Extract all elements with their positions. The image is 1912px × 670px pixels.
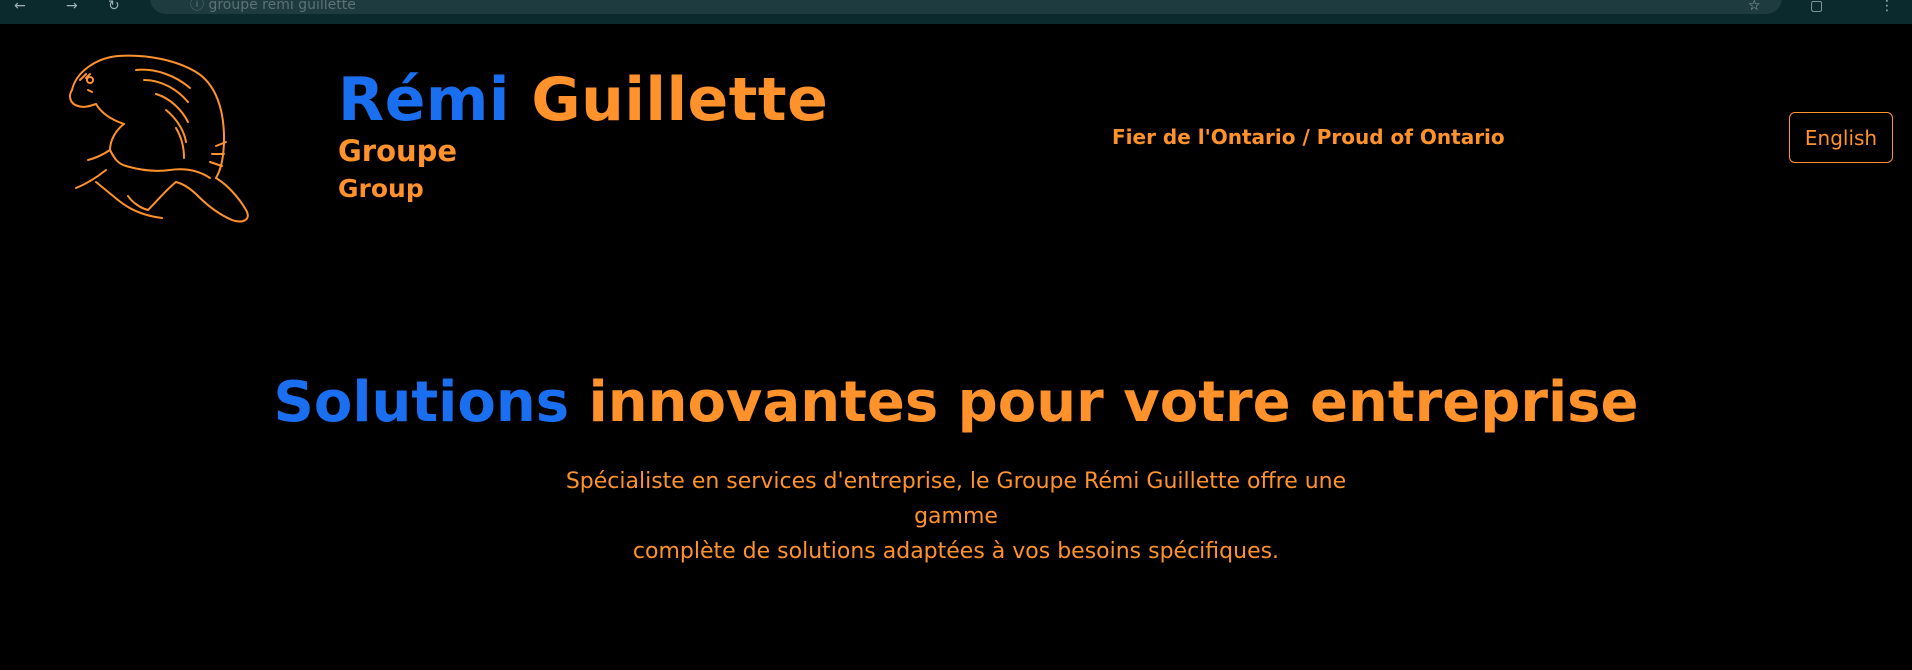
hero-description-line: Spécialiste en services d'entreprise, le… (565, 469, 1347, 529)
address-bar[interactable]: ⓘ groupe remi guillette ☆ (150, 0, 1782, 14)
hero-description: Spécialiste en services d'entreprise, le… (536, 464, 1376, 569)
reload-icon[interactable]: ↻ (108, 0, 120, 13)
header-tagline: Fier de l'Ontario / Proud of Ontario (1112, 125, 1505, 149)
brand-subtitle-fr: Groupe (338, 134, 458, 168)
forward-icon[interactable]: → (66, 0, 78, 13)
brand-last-name: Guillette (531, 65, 829, 135)
menu-icon[interactable]: ⋮ (1880, 0, 1894, 13)
extensions-icon[interactable]: ▢ (1810, 0, 1823, 13)
hero-title-highlight: Solutions (273, 370, 570, 435)
hero-title: Solutions innovantes pour votre entrepri… (0, 364, 1912, 442)
bookmark-star-icon[interactable]: ☆ (1748, 0, 1761, 13)
language-toggle-button[interactable]: English (1789, 112, 1893, 163)
brand-first-name: Rémi (338, 65, 510, 135)
browser-toolbar: ← → ↻ ⓘ groupe remi guillette ☆ ▢ ⋮ (0, 0, 1912, 24)
brand-subtitle-en: Group (338, 174, 424, 203)
beaver-logo[interactable] (66, 50, 262, 226)
back-icon[interactable]: ← (14, 0, 26, 13)
hero-description-line: complète de solutions adaptées à vos bes… (632, 539, 1280, 564)
brand-name[interactable]: Rémi Guillette (338, 62, 828, 138)
hero-title-rest: innovantes pour votre entreprise (588, 370, 1639, 435)
address-bar-text: ⓘ groupe remi guillette (190, 0, 356, 13)
